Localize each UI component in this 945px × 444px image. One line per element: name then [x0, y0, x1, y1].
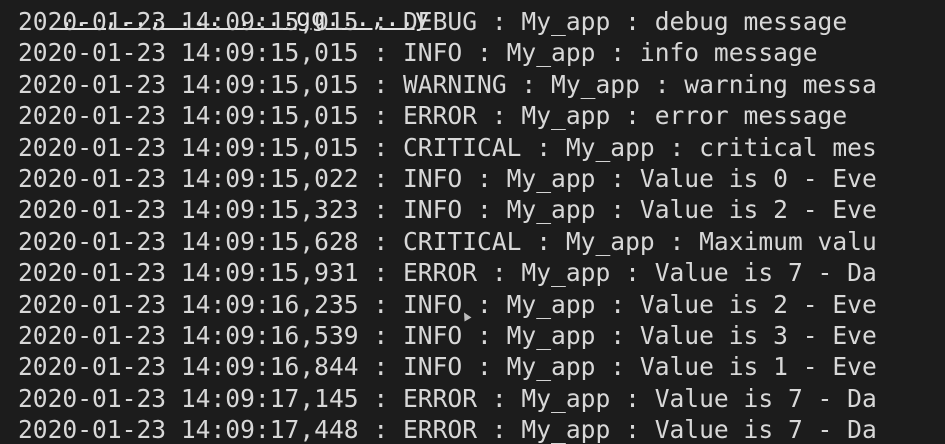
log-line: 2020-01-23 14:09:15,022 : INFO : My_app …	[18, 163, 877, 193]
log-line: 2020-01-23 14:09:15,323 : INFO : My_app …	[18, 195, 877, 225]
log-output: 2020-01-23 14:09:15,015 : DEBUG : My_app…	[18, 6, 945, 444]
log-line: 2020-01-23 14:09:16,844 : INFO : My_app …	[18, 352, 877, 382]
log-line: 2020-01-23 14:09:15,015 : ERROR : My_app…	[18, 101, 848, 131]
log-line: 2020-01-23 14:09:17,145 : ERROR : My_app…	[18, 383, 877, 413]
terminal-window[interactable]: .. ,.., ... ....gg...,..y 2020-01-23 14:…	[0, 0, 945, 444]
log-line: 2020-01-23 14:09:15,015 : INFO : My_app …	[18, 38, 818, 68]
log-line: 2020-01-23 14:09:15,015 : DEBUG : My_app…	[18, 7, 848, 36]
log-line: 2020-01-23 14:09:15,628 : CRITICAL : My_…	[18, 226, 877, 256]
log-line: 2020-01-23 14:09:16,235 : INFO : My_app …	[18, 289, 877, 319]
log-line: 2020-01-23 14:09:15,931 : ERROR : My_app…	[18, 258, 877, 288]
log-line: 2020-01-23 14:09:15,015 : CRITICAL : My_…	[18, 132, 877, 162]
log-line: 2020-01-23 14:09:15,015 : WARNING : My_a…	[18, 69, 877, 99]
log-line: 2020-01-23 14:09:16,539 : INFO : My_app …	[18, 320, 877, 350]
log-line: 2020-01-23 14:09:17,448 : ERROR : My_app…	[18, 415, 877, 444]
